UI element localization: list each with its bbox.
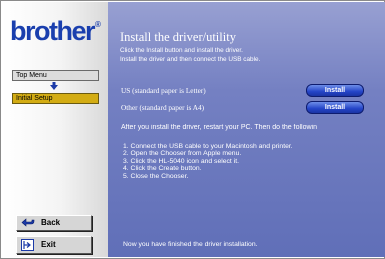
option-us-label: US (standard paper is Letter) — [121, 86, 206, 95]
install-us-button[interactable]: Install — [306, 84, 364, 97]
step-item: 1. Connect the USB cable to your Macinto… — [123, 143, 293, 150]
main-panel: Install the driver/utility Click the Ins… — [108, 2, 385, 257]
exit-door-icon — [21, 239, 34, 251]
sidebar: brother® Top Menu Initial Setup Back Exi… — [2, 2, 108, 257]
brother-logo: brother® — [10, 16, 101, 47]
installer-window: brother® Top Menu Initial Setup Back Exi… — [0, 0, 385, 259]
initial-setup-item[interactable]: Initial Setup — [12, 93, 99, 104]
back-label: Back — [41, 218, 61, 227]
exit-button[interactable]: Exit — [16, 236, 92, 254]
step-item: 2. Open the Chooser from Apple menu. — [123, 150, 242, 158]
logo-text: brother — [10, 16, 96, 46]
step-item: 3. Click the HL-5040 icon and select it. — [123, 157, 239, 165]
step-item: 5. Close the Chooser. — [123, 172, 189, 180]
description-line-1: Click the Install button and install the… — [120, 47, 243, 54]
logo-registered-mark: ® — [95, 20, 101, 29]
top-menu-item[interactable]: Top Menu — [12, 70, 99, 81]
back-arrow-icon — [21, 218, 35, 227]
finished-text: Now you have finished the driver install… — [123, 241, 258, 248]
page-title: Install the driver/utility — [120, 30, 236, 44]
install-other-button[interactable]: Install — [306, 101, 364, 114]
steps-list: 1. Connect the USB cable to your Macinto… — [123, 143, 293, 180]
after-install-text: After you install the driver, restart yo… — [121, 124, 317, 131]
step-item: 4. Click the Create button. — [123, 165, 202, 173]
exit-label: Exit — [41, 240, 56, 249]
description-line-2: Install the driver and then connect the … — [120, 56, 261, 63]
back-button[interactable]: Back — [16, 215, 92, 231]
option-other-label: Other (standard paper is A4) — [121, 103, 205, 112]
arrow-down-icon — [50, 82, 58, 90]
